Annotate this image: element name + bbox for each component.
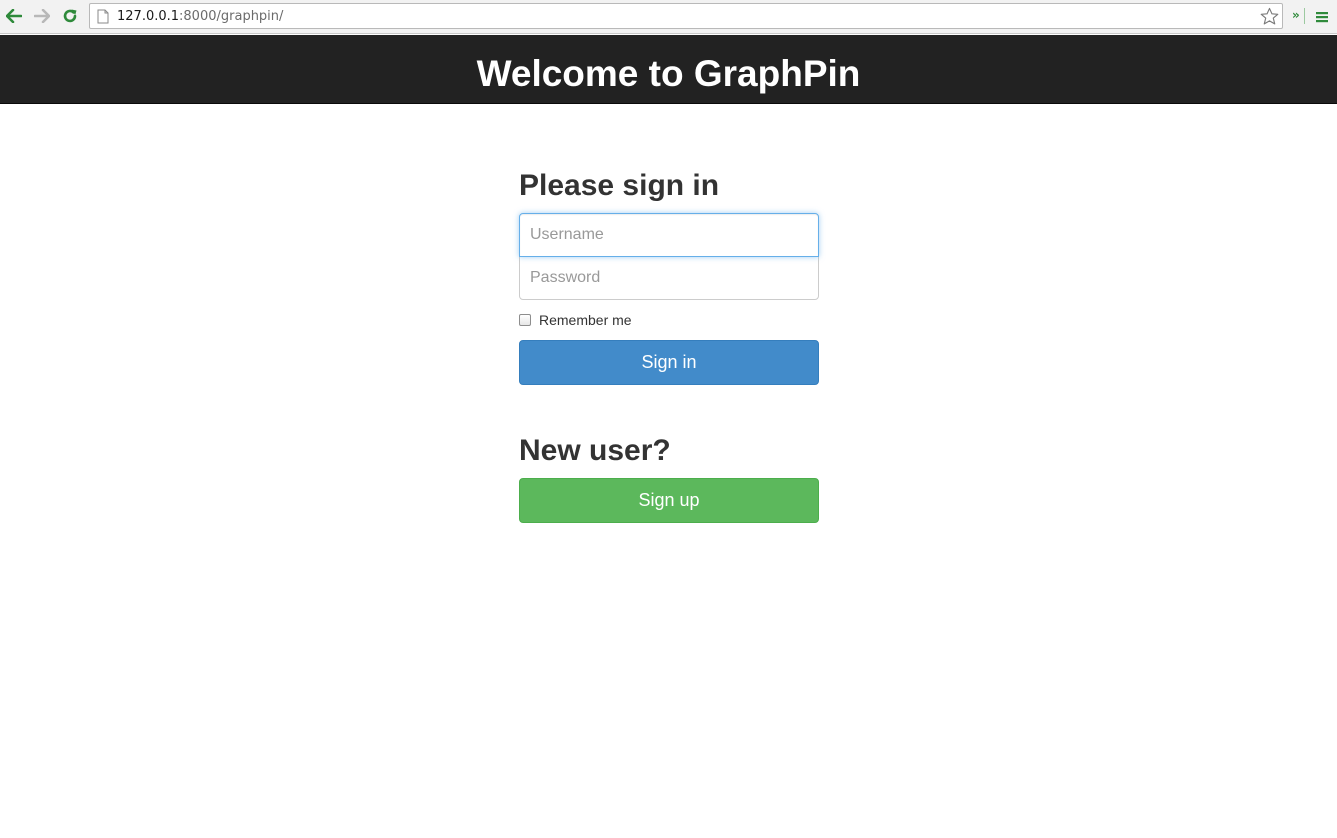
url-text[interactable]: 127.0.0.1:8000/graphpin/: [117, 8, 283, 25]
arrow-left-icon: [6, 9, 22, 23]
signin-heading: Please sign in: [519, 169, 720, 202]
star-icon: [1260, 7, 1278, 24]
reload-icon: [63, 9, 77, 23]
address-bar[interactable]: 127.0.0.1:8000/graphpin/: [89, 3, 1283, 29]
url-host: 127.0.0.1: [117, 9, 180, 24]
remember-me-label[interactable]: Remember me: [539, 311, 632, 329]
browser-toolbar: 127.0.0.1:8000/graphpin/ »: [0, 0, 1337, 34]
reload-button[interactable]: [59, 5, 81, 27]
page-title: Welcome to GraphPin: [476, 53, 861, 94]
sign-in-button[interactable]: Sign in: [519, 340, 819, 385]
toolbar-divider: [1304, 8, 1305, 24]
extensions-overflow-button[interactable]: »: [1292, 8, 1300, 22]
browser-menu-button[interactable]: [1312, 7, 1332, 27]
back-button[interactable]: [3, 5, 25, 27]
password-input[interactable]: [519, 256, 819, 300]
new-user-heading: New user?: [519, 434, 671, 467]
remember-me-checkbox[interactable]: [519, 314, 531, 326]
page-icon: [97, 9, 109, 24]
url-path: :8000/graphpin/: [179, 9, 284, 24]
remember-me-row[interactable]: Remember me: [519, 311, 632, 329]
sign-up-button[interactable]: Sign up: [519, 478, 819, 523]
site-header: Welcome to GraphPin: [0, 35, 1337, 104]
hamburger-menu-icon: [1316, 12, 1328, 23]
arrow-right-icon: [34, 9, 50, 23]
username-input[interactable]: [519, 213, 819, 257]
bookmark-star-button[interactable]: [1258, 5, 1280, 27]
forward-button[interactable]: [31, 5, 53, 27]
